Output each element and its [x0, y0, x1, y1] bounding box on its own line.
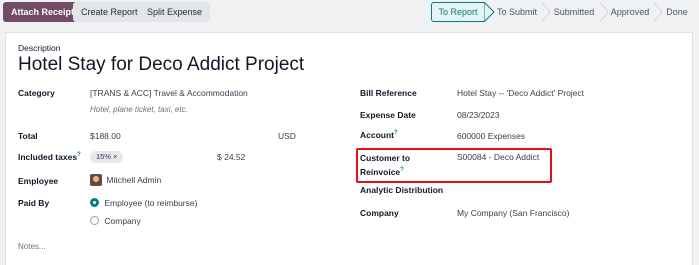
company-field[interactable]: My Company (San Francisco) — [457, 208, 569, 218]
expense-date-field[interactable]: 08/23/2023 — [457, 110, 500, 120]
category-label: Category — [18, 88, 55, 98]
analytic-distribution-label: Analytic Distribution — [360, 185, 444, 195]
split-expense-button[interactable]: Split Expense — [139, 2, 211, 22]
paid-by-option-label: Company — [104, 215, 141, 226]
employee-name: Mitchell Admin — [106, 175, 162, 185]
category-field[interactable]: [TRANS & ACC] Travel & Accommodation — [90, 88, 248, 98]
paid-by-option-employee[interactable]: Employee (to reimburse) — [90, 197, 197, 208]
paid-by-option-company[interactable]: Company — [90, 215, 141, 226]
tax-amount: $ 24.52 — [217, 152, 246, 162]
account-field[interactable]: 600000 Expenses — [457, 131, 525, 141]
notes-input[interactable]: Notes... — [18, 242, 46, 251]
total-amount-field[interactable]: $188.00 — [90, 131, 121, 141]
included-taxes-label-text: Included taxes — [18, 152, 78, 162]
stage-submitted[interactable]: Submitted — [549, 2, 599, 22]
stage-to-submit[interactable]: To Submit — [493, 2, 541, 22]
expense-title-input[interactable]: Hotel Stay for Deco Addict Project — [18, 54, 304, 76]
included-taxes-label: Included taxes? — [18, 152, 81, 162]
stage-approved[interactable]: Approved — [607, 2, 653, 22]
paid-by-label: Paid By — [18, 198, 50, 208]
employee-field[interactable]: Mitchell Admin — [90, 174, 161, 186]
expense-form-sheet: Description Hotel Stay for Deco Addict P… — [5, 32, 693, 265]
control-panel: Attach Receipt Create Report Split Expen… — [0, 0, 699, 27]
currency-field[interactable]: USD — [278, 131, 296, 141]
total-label: Total — [18, 131, 38, 141]
description-label: Description — [18, 43, 61, 53]
avatar — [90, 174, 102, 186]
radio-unselected-icon[interactable] — [90, 216, 99, 226]
stage-done[interactable]: Done — [661, 2, 693, 22]
help-icon[interactable]: ? — [77, 152, 81, 158]
account-label-text: Account — [360, 130, 394, 140]
create-report-button[interactable]: Create Report — [73, 2, 146, 22]
bill-reference-label: Bill Reference — [360, 88, 417, 98]
tax-tag-label: 15% × — [90, 151, 124, 163]
stage-to-report[interactable]: To Report — [431, 2, 485, 22]
company-label: Company — [360, 208, 399, 218]
employee-label: Employee — [18, 176, 59, 186]
account-label: Account? — [360, 130, 398, 140]
bill-reference-field[interactable]: Hotel Stay -- 'Deco Addict' Project — [457, 88, 584, 98]
radio-selected-icon[interactable] — [90, 198, 99, 208]
paid-by-option-label: Employee (to reimburse) — [104, 197, 198, 208]
expense-date-label: Expense Date — [360, 110, 416, 120]
attach-receipt-button[interactable]: Attach Receipt — [3, 2, 83, 22]
tax-tag[interactable]: 15% × — [90, 151, 124, 163]
category-hint: Hotel, plane ticket, taxi, etc. — [90, 105, 188, 114]
highlight-box — [356, 148, 552, 183]
help-icon[interactable]: ? — [394, 130, 398, 136]
